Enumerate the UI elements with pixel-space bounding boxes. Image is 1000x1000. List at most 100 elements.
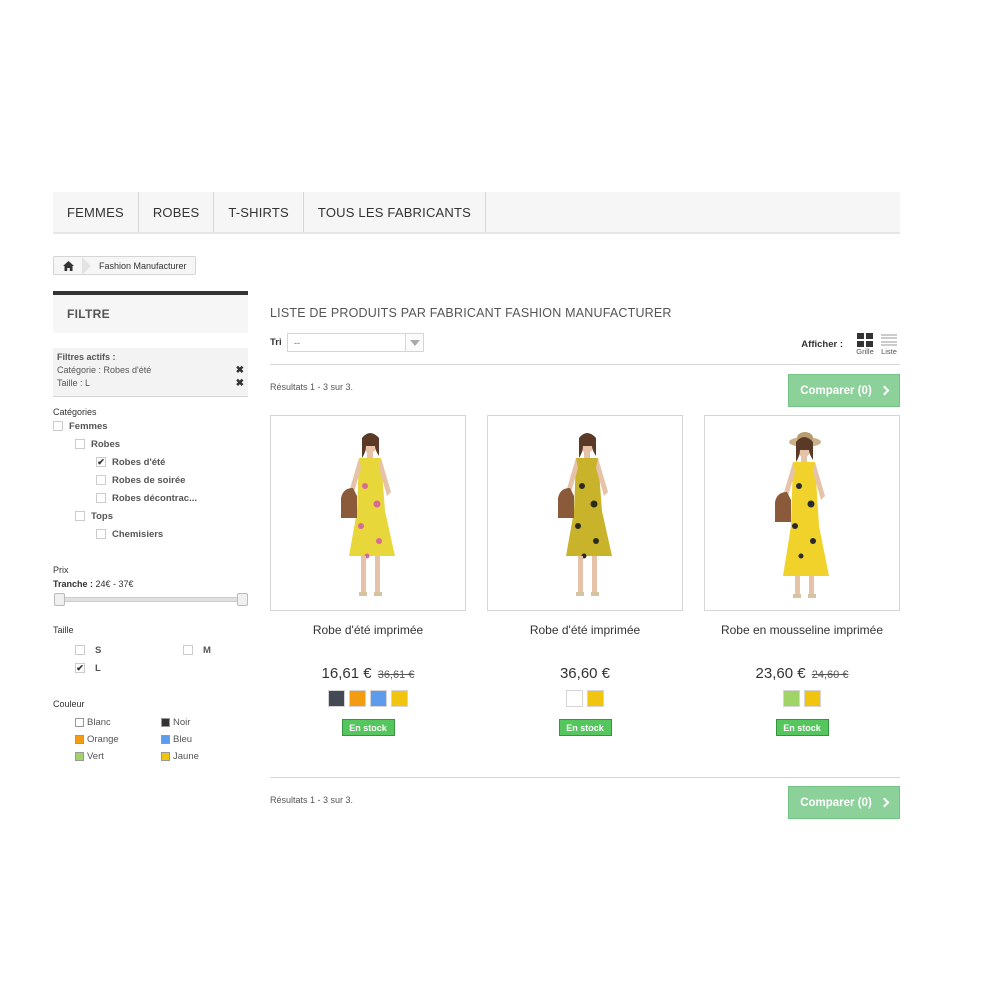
divider — [270, 364, 900, 365]
product-price: 23,60 € — [755, 665, 806, 682]
product-name[interactable]: Robe d'été imprimée — [487, 623, 683, 637]
category-option[interactable]: Femmes — [53, 417, 248, 435]
checkbox[interactable] — [53, 421, 63, 431]
color-swatch[interactable] — [75, 735, 84, 744]
sort-label: Tri — [270, 337, 282, 348]
category-option[interactable]: Robes décontrac... — [53, 489, 248, 507]
product-name[interactable]: Robe en mousseline imprimée — [704, 623, 900, 637]
price-range: Tranche : 24€ - 37€ — [53, 579, 248, 589]
price-range-value: 24€ - 37€ — [95, 579, 134, 589]
color-swatch[interactable] — [161, 735, 170, 744]
category-option[interactable]: Chemisiers — [53, 525, 248, 543]
remove-filter-icon[interactable]: ✖ — [236, 377, 244, 390]
checkbox[interactable] — [75, 439, 85, 449]
product-color-swatch[interactable] — [804, 690, 821, 707]
size-option[interactable]: ✔ L — [53, 659, 161, 677]
category-label: Robes — [91, 438, 121, 450]
price-slider[interactable] — [53, 593, 248, 606]
color-option[interactable]: Blanc — [53, 715, 141, 730]
product-price-block: 16,61 € 36,61 € — [270, 665, 466, 682]
checkbox[interactable] — [183, 645, 193, 655]
filter-sidebar: FILTRE Filtres actifs : Catégorie : Robe… — [53, 291, 248, 764]
checkbox[interactable] — [75, 511, 85, 521]
product-color-swatch[interactable] — [328, 690, 345, 707]
product-card[interactable]: Robe en mousseline imprimée 23,60 € 24,60… — [704, 415, 900, 736]
category-label: Femmes — [69, 420, 108, 432]
product-old-price: 36,61 € — [377, 669, 415, 681]
menu-item-t-shirts[interactable]: T-SHIRTS — [214, 192, 304, 232]
checkbox-checked[interactable]: ✔ — [96, 457, 106, 467]
menu-item-robes[interactable]: ROBES — [139, 192, 215, 232]
size-label: S — [95, 644, 102, 656]
compare-button-bottom[interactable]: Comparer (0) — [788, 786, 900, 819]
product-photo — [271, 416, 465, 610]
category-option[interactable]: ✔ Robes d'été — [53, 453, 248, 471]
product-image[interactable] — [270, 415, 466, 611]
product-color-swatch[interactable] — [391, 690, 408, 707]
active-filter-label: Catégorie : Robes d'été — [57, 365, 152, 375]
checkbox[interactable] — [96, 529, 106, 539]
checkbox[interactable] — [96, 475, 106, 485]
home-icon — [62, 260, 74, 271]
product-card[interactable]: Robe d'été imprimée 16,61 € 36,61 € En sto… — [270, 415, 466, 736]
price-slider-track — [55, 597, 246, 602]
divider — [270, 777, 900, 778]
compare-button-top[interactable]: Comparer (0) — [788, 374, 900, 407]
menu-item-femmes[interactable]: FEMMES — [53, 192, 139, 232]
color-option[interactable]: Jaune — [141, 749, 231, 764]
checkbox-checked[interactable]: ✔ — [75, 663, 85, 673]
checkbox[interactable] — [96, 493, 106, 503]
size-option[interactable]: M — [161, 641, 241, 659]
grid-icon — [857, 333, 873, 347]
breadcrumb-separator — [82, 256, 91, 275]
price-title: Prix — [53, 565, 69, 575]
price-slider-max-handle[interactable] — [237, 593, 248, 606]
product-name[interactable]: Robe d'été imprimée — [270, 623, 466, 637]
product-old-price: 24,60 € — [811, 669, 849, 681]
menu-item-tous-les-fabricants[interactable]: TOUS LES FABRICANTS — [304, 192, 487, 232]
chevron-down-icon — [405, 334, 423, 351]
product-color-swatch[interactable] — [566, 690, 583, 707]
active-filters-title: Filtres actifs : — [57, 352, 116, 362]
list-view-label: Liste — [881, 347, 897, 356]
color-option[interactable]: Vert — [53, 749, 141, 764]
color-swatch[interactable] — [161, 752, 170, 761]
price-slider-min-handle[interactable] — [54, 593, 65, 606]
color-option[interactable]: Orange — [53, 732, 141, 747]
color-option[interactable]: Noir — [141, 715, 231, 730]
filter-title: FILTRE — [53, 291, 248, 333]
category-option[interactable]: Tops — [53, 507, 248, 525]
grid-view-button[interactable]: Grille — [854, 333, 876, 356]
product-color-list — [487, 690, 683, 707]
main-content: LISTE DE PRODUITS PAR FABRICANT FASHION … — [270, 300, 900, 819]
category-option[interactable]: Robes — [53, 435, 248, 453]
remove-filter-icon[interactable]: ✖ — [236, 364, 244, 377]
product-color-swatch[interactable] — [370, 690, 387, 707]
product-color-swatch[interactable] — [349, 690, 366, 707]
category-option[interactable]: Robes de soirée — [53, 471, 248, 489]
category-label: Robes décontrac... — [112, 492, 197, 504]
product-card[interactable]: Robe d'été imprimée 36,60 € En stock — [487, 415, 683, 736]
sort-select[interactable]: -- — [287, 333, 424, 352]
product-color-swatch[interactable] — [783, 690, 800, 707]
size-option[interactable]: S — [53, 641, 161, 659]
color-option[interactable]: Bleu — [141, 732, 231, 747]
product-image[interactable] — [704, 415, 900, 611]
color-swatch[interactable] — [75, 718, 84, 727]
product-image[interactable] — [487, 415, 683, 611]
chevron-right-icon — [879, 385, 890, 396]
checkbox[interactable] — [75, 645, 85, 655]
stock-badge: En stock — [341, 719, 395, 736]
home-link[interactable] — [54, 257, 82, 274]
product-color-swatch[interactable] — [587, 690, 604, 707]
category-label: Robes d'été — [112, 456, 166, 468]
product-price-block: 36,60 € — [487, 665, 683, 682]
color-swatch[interactable] — [75, 752, 84, 761]
color-swatch[interactable] — [161, 718, 170, 727]
list-icon — [881, 333, 897, 347]
color-label: Vert — [87, 751, 104, 762]
active-filter-row: Taille : L ✖ — [57, 377, 244, 390]
list-view-button[interactable]: Liste — [878, 333, 900, 356]
product-photo — [705, 416, 899, 610]
category-list: Femmes Robes ✔ Robes d'été Robes de soirée Ro… — [53, 417, 248, 543]
